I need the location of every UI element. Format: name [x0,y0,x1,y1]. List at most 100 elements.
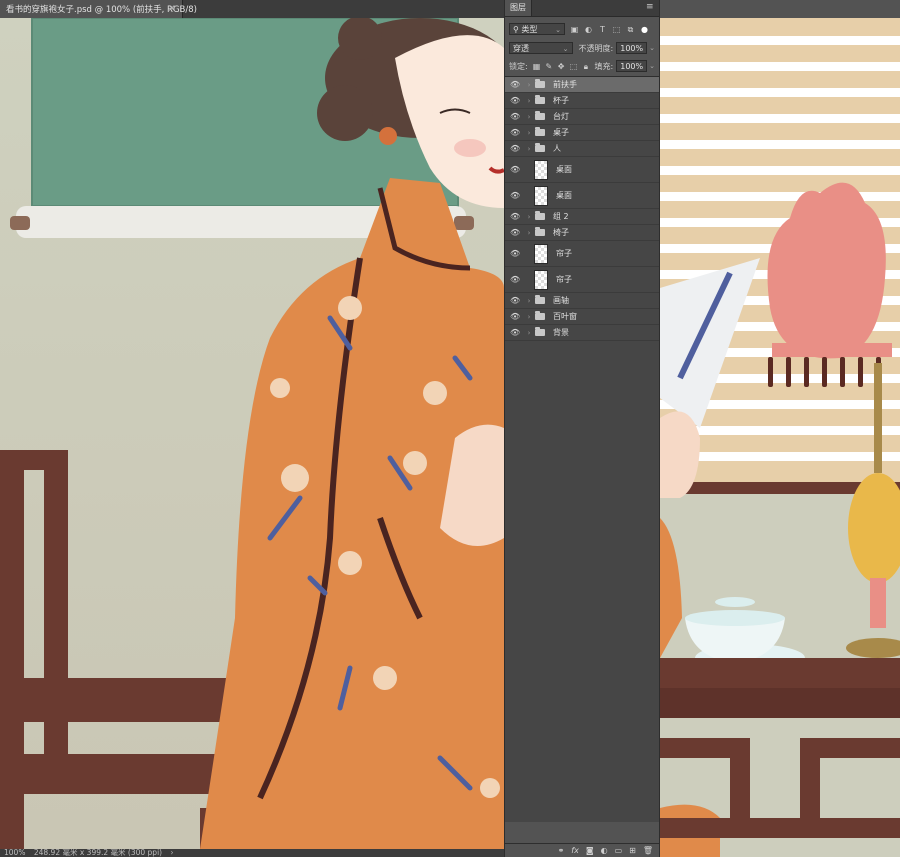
eye-icon[interactable]: 👁︎ [510,96,520,105]
layer-row[interactable]: 👁︎ › 桌子 [505,125,659,141]
adjustment-icon[interactable]: ◐ [601,846,608,855]
chevron-down-icon[interactable]: ⌄ [649,62,655,70]
shape-filter-icon[interactable]: ⬚ [612,25,621,34]
folder-icon [535,211,545,220]
lock-label: 锁定: [509,61,528,71]
layer-name: 桌面 [556,165,572,174]
layer-name: 帘子 [556,249,572,258]
chevron-down-icon[interactable]: ⌄ [649,44,655,52]
layer-row[interactable]: 👁︎ › 画轴 [505,293,659,309]
pixel-filter-icon[interactable]: ▣ [570,25,579,34]
document-tab[interactable]: 看书的穿旗袍女子.psd @ 100% (前扶手, RGB/8) × [0,0,197,18]
folder-icon [535,127,545,136]
lock-row: 锁定: ▦ ✎ ✥ ⬚ 🔒︎ 填充: 100% ⌄ [509,59,655,73]
blend-row: 穿透 ⌄ 不透明度: 100% ⌄ [509,41,655,55]
trash-icon[interactable]: 🗑︎ [643,846,653,855]
lock-position-icon[interactable]: ✥ [558,62,565,71]
canvas-artwork[interactable] [0,18,504,849]
chevron-right-icon[interactable]: › [525,97,533,105]
eye-icon[interactable]: 👁︎ [510,191,520,200]
eye-icon[interactable]: 👁︎ [510,275,520,284]
type-filter-icon[interactable]: T [598,25,607,34]
eye-icon[interactable]: 👁︎ [510,249,520,258]
layer-row[interactable]: 👁︎ › 台灯 [505,109,659,125]
layers-panel: 图层 ≡ ⚲ 类型 ⌄ ▣ ◐ T ⬚ ⧉ ● 穿透 ⌄ 不透明度: 100% … [504,0,660,857]
eye-icon[interactable]: 👁︎ [510,228,520,237]
layer-name: 前扶手 [553,80,577,89]
panel-header: 图层 ≡ [505,0,659,17]
blend-mode-value: 穿透 [513,44,529,53]
layer-row[interactable]: 👁︎ › 前扶手 [505,77,659,93]
layer-name: 帘子 [556,275,572,284]
eye-icon[interactable]: 👁︎ [510,112,520,121]
panel-menu-icon[interactable]: ≡ [646,3,655,12]
layers-list: 👁︎ › 前扶手 👁︎ › 杯子 👁︎ › 台灯 👁︎ › 桌子 👁︎ › 人 👁︎ 桌面 👁︎ 桌面 … [505,76,659,822]
layer-thumbnail [534,159,548,180]
lock-all-icon[interactable]: 🔒︎ [582,62,589,71]
layer-name: 杯子 [553,96,569,105]
lock-transparency-icon[interactable]: ▦ [533,62,541,71]
fill-input[interactable]: 100% [616,60,648,72]
layer-row[interactable]: 👁︎ 帘子 [505,267,659,293]
smart-object-filter-icon[interactable]: ⧉ [626,25,635,34]
chevron-right-icon[interactable]: › [525,297,533,305]
layer-filter-select[interactable]: ⚲ 类型 ⌄ [509,23,565,35]
status-bar: 100% 248.92 毫米 x 399.2 毫米 (300 ppi) › [0,849,504,857]
layer-row[interactable]: 👁︎ › 椅子 [505,225,659,241]
close-icon[interactable]: × [168,3,176,14]
chevron-right-icon[interactable]: › [525,213,533,221]
zoom-readout[interactable]: 100% [4,849,25,857]
status-more-arrow[interactable]: › [170,849,173,857]
layer-name: 桌子 [553,128,569,137]
blend-mode-select[interactable]: 穿透 ⌄ [509,42,573,54]
opacity-input[interactable]: 100% [616,42,648,54]
folder-icon [535,143,545,152]
folder-icon [535,227,545,236]
lock-artboard-icon[interactable]: ⬚ [570,62,578,71]
eye-icon[interactable]: 👁︎ [510,128,520,137]
chevron-right-icon[interactable]: › [525,313,533,321]
canvas-artwork-right[interactable] [660,18,900,857]
link-icon[interactable]: ⚭ [558,846,565,855]
layer-row[interactable]: 👁︎ › 杯子 [505,93,659,109]
adjustment-filter-icon[interactable]: ◐ [584,25,593,34]
eye-icon[interactable]: 👁︎ [510,80,520,89]
layer-row[interactable]: 👁︎ › 组 2 [505,209,659,225]
layer-row[interactable]: 👁︎ › 背景 [505,325,659,341]
layer-row[interactable]: 👁︎ 帘子 [505,241,659,267]
chevron-right-icon[interactable]: › [525,129,533,137]
chevron-right-icon[interactable]: › [525,229,533,237]
eye-icon[interactable]: 👁︎ [510,296,520,305]
layer-name: 椅子 [553,228,569,237]
chevron-right-icon[interactable]: › [525,145,533,153]
lock-pixels-icon[interactable]: ✎ [545,62,553,71]
folder-icon [535,95,545,104]
eye-icon[interactable]: 👁︎ [510,328,520,337]
layer-row[interactable]: 👁︎ › 人 [505,141,659,157]
tab-layers[interactable]: 图层 [505,0,532,16]
fx-icon[interactable]: fx [571,846,579,855]
eye-icon[interactable]: 👁︎ [510,144,520,153]
eye-icon[interactable]: 👁︎ [510,312,520,321]
document-size: 248.92 毫米 x 399.2 毫米 (300 ppi) [33,849,163,857]
chevron-right-icon[interactable]: › [525,329,533,337]
new-group-icon[interactable]: ▭ [615,846,623,855]
opacity-label: 不透明度: [578,43,614,53]
chevron-down-icon: ⌄ [562,45,569,53]
chevron-right-icon[interactable]: › [525,81,533,89]
layer-name: 桌面 [556,191,572,200]
layer-row[interactable]: 👁︎ 桌面 [505,183,659,209]
chevron-down-icon: ⌄ [555,26,561,34]
layer-row[interactable]: 👁︎ › 百叶窗 [505,309,659,325]
layer-row[interactable]: 👁︎ 桌面 [505,157,659,183]
mask-icon[interactable]: ◙ [586,846,594,855]
eye-icon[interactable]: 👁︎ [510,212,520,221]
folder-icon [535,327,545,336]
eye-icon[interactable]: 👁︎ [510,165,520,174]
chevron-right-icon[interactable]: › [525,113,533,121]
layer-name: 人 [553,144,561,153]
filter-toggle-icon[interactable]: ● [640,25,649,34]
new-layer-icon[interactable]: ⊞ [629,846,636,855]
document-tabbar: 看书的穿旗袍女子.psd @ 100% (前扶手, RGB/8) × [0,0,504,19]
panel-footer: ⚭ fx ◙ ◐ ▭ ⊞ 🗑︎ [505,843,659,857]
